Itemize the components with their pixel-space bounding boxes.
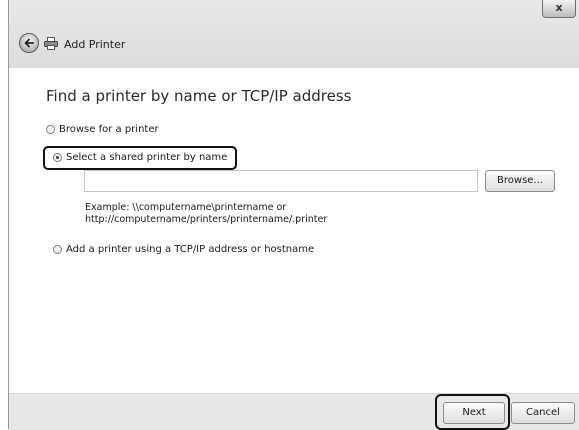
wizard-footer: Next Cancel [9, 393, 579, 430]
window-title: Add Printer [64, 38, 126, 51]
example-line-1: Example: \\computername\printername or [85, 202, 287, 213]
cancel-button[interactable]: Cancel [511, 402, 575, 424]
shared-printer-radio[interactable] [53, 153, 62, 162]
shared-printer-option-label: Select a shared printer by name [66, 152, 228, 163]
browse-radio[interactable] [46, 125, 55, 134]
browse-option-label: Browse for a printer [59, 124, 159, 135]
printer-icon [44, 37, 58, 50]
add-printer-window: x Add Printer Find a printer by name or … [8, 0, 579, 430]
select-shared-printer-option[interactable]: Select a shared printer by name [53, 152, 227, 163]
close-button[interactable]: x [542, 0, 576, 18]
tcpip-option[interactable]: Add a printer using a TCP/IP address or … [53, 244, 314, 255]
browse-button[interactable]: Browse... [485, 170, 555, 192]
wizard-content: Find a printer by name or TCP/IP address… [9, 68, 579, 393]
title-bar: x Add Printer [9, 0, 579, 68]
close-icon: x [555, 1, 563, 14]
page-heading: Find a printer by name or TCP/IP address [46, 87, 352, 105]
next-button[interactable]: Next [443, 402, 505, 424]
tcpip-radio[interactable] [53, 245, 62, 254]
browse-for-printer-option[interactable]: Browse for a printer [46, 124, 159, 135]
printer-name-input[interactable] [84, 170, 478, 192]
back-arrow-icon [24, 38, 34, 48]
example-text: Example: \\computername\printername or h… [85, 202, 327, 226]
tcpip-option-label: Add a printer using a TCP/IP address or … [66, 244, 315, 255]
example-line-2: http://computername/printers/printername… [85, 214, 328, 225]
back-button[interactable] [19, 33, 39, 53]
